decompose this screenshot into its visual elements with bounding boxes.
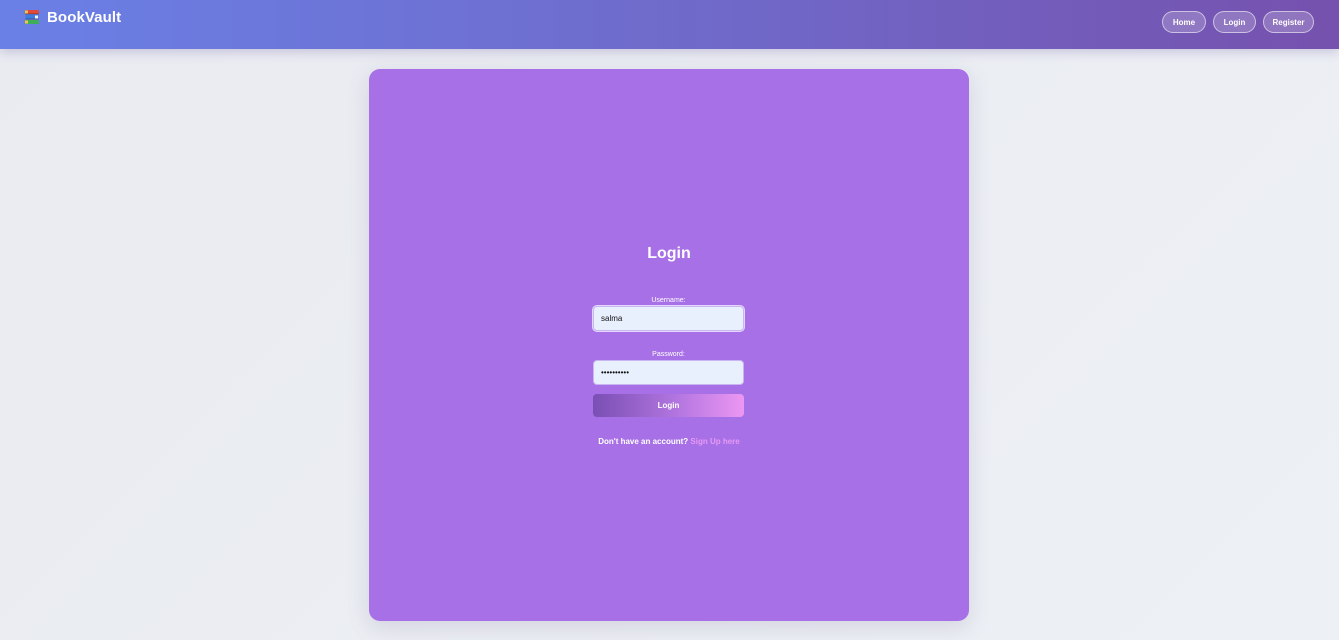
nav-home-button[interactable]: Home: [1162, 11, 1206, 33]
page-title: Login: [647, 245, 691, 262]
books-icon: [25, 10, 39, 24]
top-navbar: BookVault Home Login Register: [0, 0, 1339, 49]
password-input[interactable]: [593, 360, 744, 385]
nav-register-button[interactable]: Register: [1263, 11, 1314, 33]
brand-name: BookVault: [47, 8, 122, 26]
signup-link[interactable]: Sign Up here: [690, 437, 739, 446]
brand-logo[interactable]: BookVault: [24, 7, 121, 27]
password-label: Password:: [652, 351, 685, 358]
nav-login-button[interactable]: Login: [1213, 11, 1256, 33]
signup-prompt: Don't have an account? Sign Up here: [369, 437, 969, 446]
username-label: Username:: [651, 297, 686, 304]
username-input[interactable]: [593, 306, 744, 331]
login-submit-button[interactable]: Login: [593, 394, 744, 417]
login-card: Login Username: Password: Login Don't ha…: [369, 69, 969, 621]
signup-prompt-text: Don't have an account?: [598, 437, 689, 446]
nav-links: Home Login Register: [1162, 11, 1314, 33]
